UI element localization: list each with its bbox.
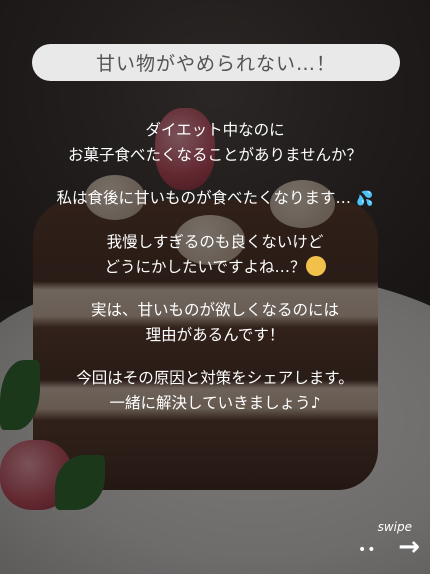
paragraph: 我慢しすぎるのも良くないけど どうにかしたいですよね…？ (20, 230, 410, 280)
thinking-face-icon (305, 256, 326, 276)
paragraph: 実は、甘いものが欲しくなるのには 理由があるんです！ (20, 298, 410, 348)
arrow-right-icon: → (398, 532, 420, 562)
paragraph: 今回はその原因と対策をシェアします。 一緒に解決していきましょう♪ (20, 366, 410, 416)
text-line: お菓子食べたくなることがありませんか？ (67, 146, 363, 164)
page-title: 甘い物がやめられない…！ (95, 53, 336, 75)
text-line: 今回はその原因と対策をシェアします。 (76, 369, 354, 387)
text-line: 一緒に解決していきましょう♪ (109, 394, 321, 412)
text-line: 理由があるんです！ (145, 326, 285, 344)
dots-icon: •• (358, 542, 377, 558)
paragraph: 私は食後に甘いものが食べたくなります… 💦 (20, 186, 410, 212)
text-span: 私は食後に甘いものが食べたくなります… (56, 189, 352, 207)
message-body: ダイエット中なのに お菓子食べたくなることがありませんか？ 私は食後に甘いものが… (20, 118, 410, 434)
swipe-next-button[interactable]: swipe •• → (358, 520, 420, 564)
paragraph: ダイエット中なのに お菓子食べたくなることがありませんか？ (20, 118, 410, 168)
text-line: 我慢しすぎるのも良くないけど (106, 233, 324, 251)
text-line: どうにかしたいですよね…？ (20, 255, 410, 280)
title-banner: 甘い物がやめられない…！ (32, 44, 400, 81)
text-span: どうにかしたいですよね…？ (104, 258, 306, 276)
text-line: ダイエット中なのに (145, 121, 285, 139)
sweat-drops-icon: 💦 (356, 191, 374, 207)
slide: 甘い物がやめられない…！ ダイエット中なのに お菓子食べたくなることがありません… (0, 0, 430, 574)
text-line: 私は食後に甘いものが食べたくなります… 💦 (20, 186, 410, 212)
text-line: 実は、甘いものが欲しくなるのには (90, 301, 339, 319)
